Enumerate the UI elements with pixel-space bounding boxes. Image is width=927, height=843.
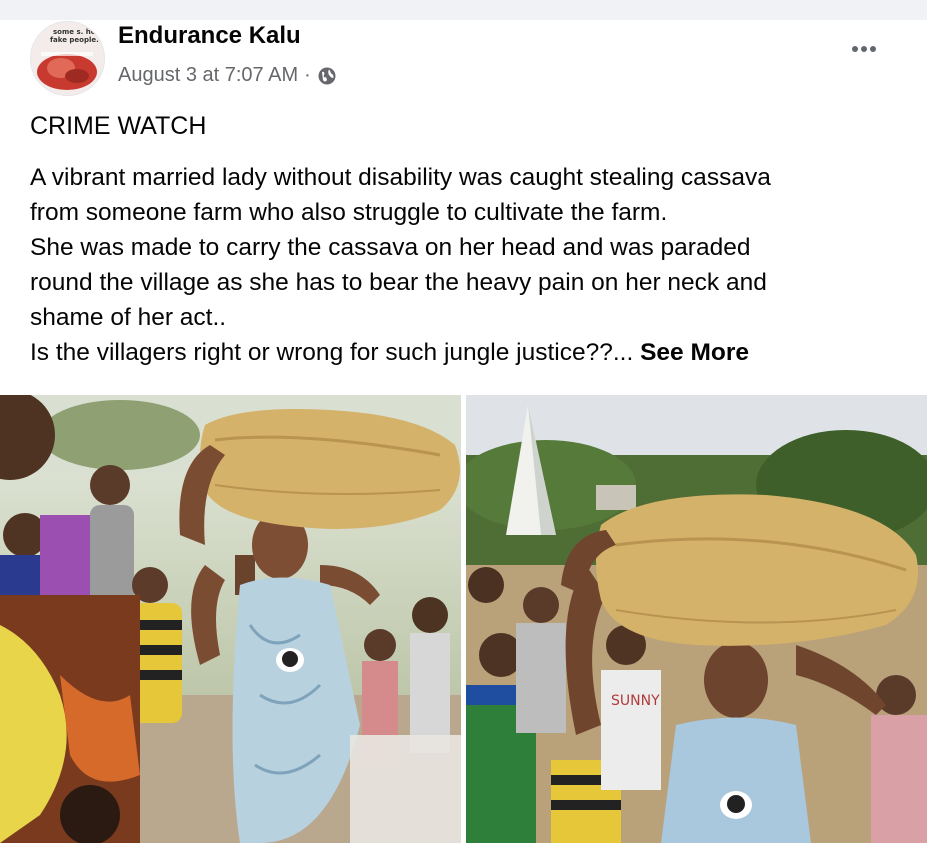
post-line: Is the villagers right or wrong for such… xyxy=(30,339,634,366)
photo-scene-left xyxy=(0,395,461,843)
post-card: some s. ho. fake people. Endurance Kalu … xyxy=(0,20,927,843)
post-meta: August 3 at 7:07 AM · xyxy=(118,64,337,87)
post-line: A vibrant married lady without disabilit… xyxy=(30,164,771,191)
post-line: shame of her act.. xyxy=(30,304,227,331)
more-dot-icon xyxy=(852,46,858,52)
top-background xyxy=(0,0,927,20)
post-line-last: Is the villagers right or wrong for such… xyxy=(30,335,900,370)
shirt-text: SUNNY xyxy=(611,693,660,709)
globe-icon[interactable] xyxy=(317,66,337,86)
post-timestamp[interactable]: August 3 at 7:07 AM xyxy=(118,64,298,87)
post-line: She was made to carry the cassava on her… xyxy=(30,234,751,261)
more-options-button[interactable] xyxy=(846,34,882,64)
author-avatar[interactable]: some s. ho. fake people. xyxy=(30,21,105,96)
meta-separator: · xyxy=(304,64,311,86)
post-title: CRIME WATCH xyxy=(30,112,207,140)
post-photo-right[interactable]: SUNNY xyxy=(466,395,927,843)
see-more-link[interactable]: See More xyxy=(640,339,749,366)
more-dot-icon xyxy=(861,46,867,52)
photo-scene-right: SUNNY xyxy=(466,395,927,843)
post-body: A vibrant married lady without disabilit… xyxy=(30,160,900,370)
avatar-text-1: some s. ho. xyxy=(53,28,99,36)
post-line: round the village as she has to bear the… xyxy=(30,269,767,296)
avatar-text-2: fake people. xyxy=(50,36,99,44)
more-dot-icon xyxy=(870,46,876,52)
post-line: from someone farm who also struggle to c… xyxy=(30,199,668,226)
author-name[interactable]: Endurance Kalu xyxy=(118,22,301,50)
post-photo-left[interactable] xyxy=(0,395,461,843)
